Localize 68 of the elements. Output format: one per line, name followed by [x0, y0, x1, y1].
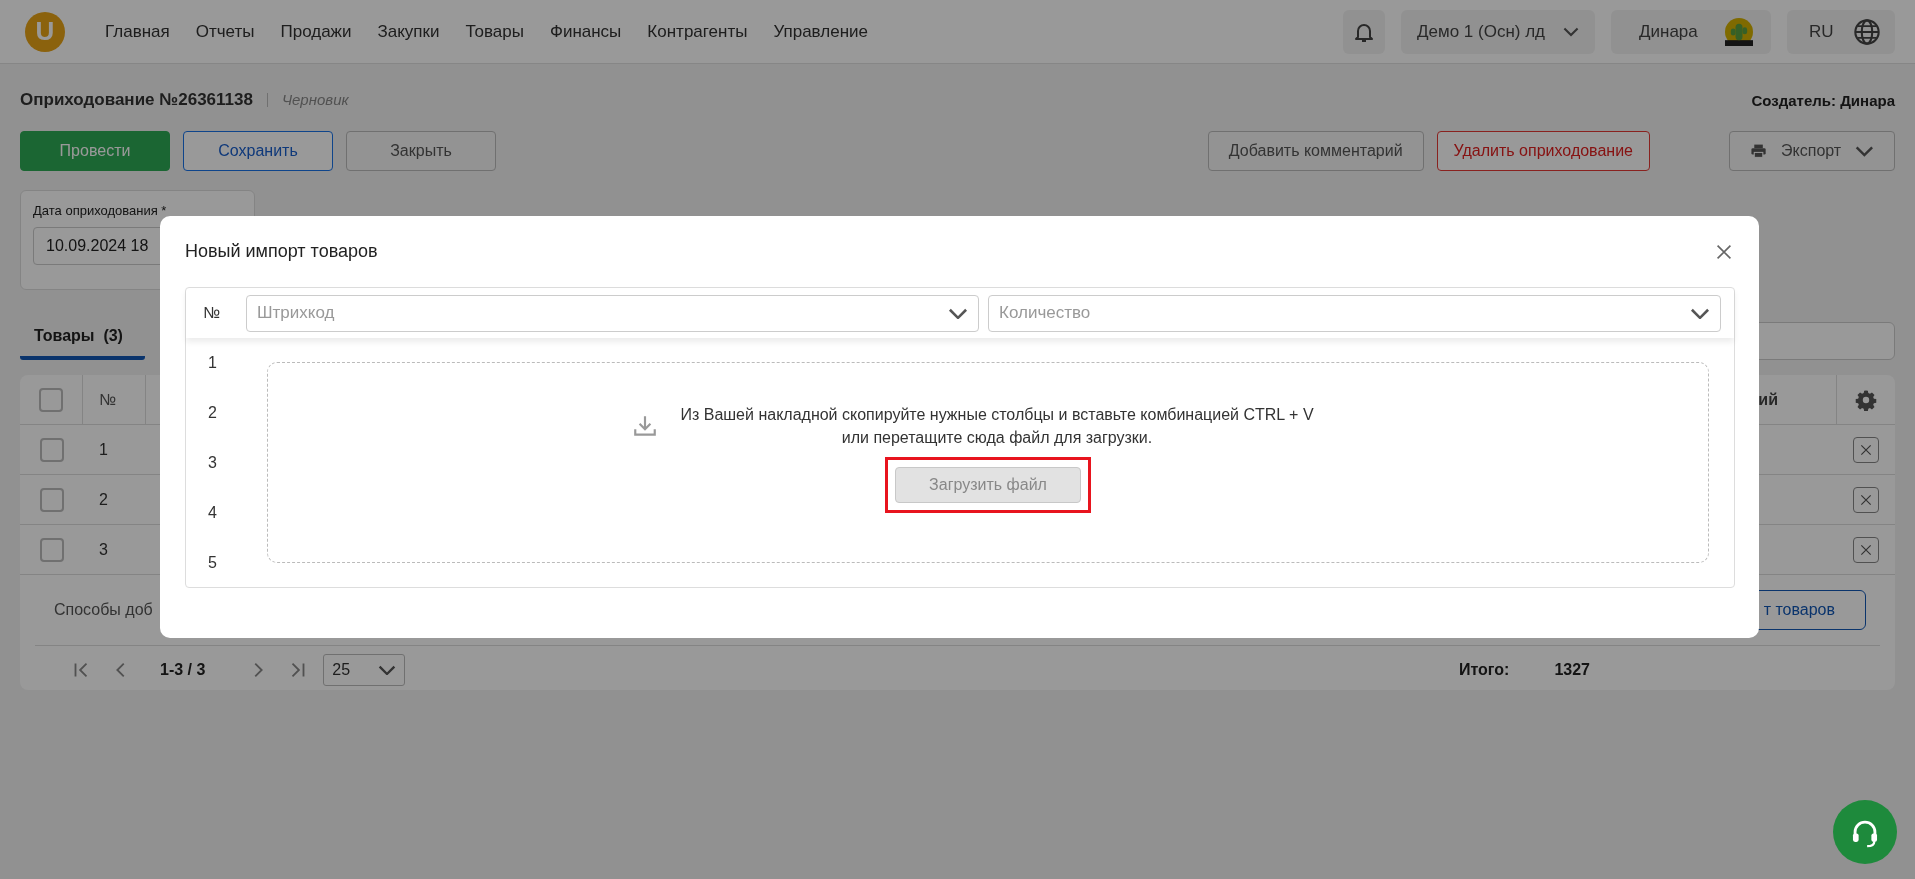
chevron-down-icon	[1855, 145, 1874, 157]
checkbox[interactable]	[39, 437, 64, 462]
close-icon	[1859, 492, 1873, 507]
table-cell-text: 2	[98, 489, 109, 510]
chevron-down-icon	[1563, 26, 1579, 37]
field-label: Дата оприходования *	[33, 203, 168, 218]
upload-file-button[interactable]: Загрузить файл	[895, 466, 1081, 503]
column-header: №	[201, 304, 222, 322]
close-icon	[1859, 442, 1873, 457]
delete-button[interactable]	[1853, 486, 1879, 513]
nav-link[interactable]: Контрагенты	[647, 21, 748, 42]
footer-text: Способы доб	[54, 601, 153, 619]
checkbox[interactable]	[39, 387, 63, 412]
user-menu[interactable]: Динара	[1611, 9, 1771, 54]
nav-link[interactable]: Отчеты	[195, 21, 255, 42]
action-button[interactable]: Добавить комментарий	[1207, 131, 1424, 171]
select-placeholder: Количество	[999, 303, 1091, 323]
globe-icon	[1853, 17, 1881, 46]
company-name: Демо 1 (Осн) лд	[1417, 21, 1545, 42]
nav-link[interactable]: Финансы	[549, 21, 622, 42]
page-size-value: 25	[332, 661, 351, 679]
chevron-down-icon	[1690, 307, 1710, 319]
tab[interactable]: Товары (3)	[20, 322, 145, 360]
nav-link[interactable]: Главная	[105, 21, 170, 42]
language-selector[interactable]: RU	[1787, 9, 1895, 54]
total-label: Итого:	[1458, 661, 1510, 679]
user-name: Динара	[1639, 21, 1698, 42]
company-dropdown[interactable]: Демо 1 (Осн) лд	[1401, 9, 1595, 54]
drop-zone[interactable]: Из Вашей накладной скопируйте нужные столбцы и вставьте комбинацией CTRL + V или перетащите сюда файл для загрузки. Загрузить файл	[267, 362, 1709, 563]
checkbox[interactable]	[39, 537, 64, 562]
instruction-text: Из Вашей накладной скопируйте нужные столбцы и вставьте комбинацией CTRL + V	[680, 404, 1314, 425]
action-button[interactable]: Провести	[20, 131, 170, 171]
action-button[interactable]: Удалить оприходование	[1436, 131, 1650, 171]
creator-label: Создатель: Динара	[1751, 91, 1895, 109]
instruction-text: или перетащите сюда файл для загрузки.	[841, 427, 1153, 448]
row-number: 1	[207, 353, 218, 373]
action-button[interactable]: Сохранить	[183, 131, 333, 171]
row-number: 3	[207, 453, 218, 473]
document-title: Оприходование №26361138	[20, 90, 253, 110]
chevron-down-icon	[378, 665, 397, 675]
delete-button[interactable]	[1853, 536, 1879, 563]
notifications-button[interactable]	[1343, 9, 1385, 54]
column-header: №	[83, 375, 146, 424]
close-icon	[1859, 542, 1873, 557]
nav-link[interactable]: Управление	[773, 21, 868, 42]
nav-link[interactable]: Продажи	[280, 21, 352, 42]
document-status: Черновик	[266, 93, 349, 107]
table-cell-text: 1	[98, 439, 109, 460]
language-code: RU	[1809, 21, 1834, 42]
settings-icon[interactable]	[1855, 388, 1877, 411]
page-range: 1-3 / 3	[160, 661, 206, 679]
checkbox[interactable]	[39, 487, 64, 512]
column-select[interactable]: Количество	[988, 294, 1721, 332]
action-button[interactable]: Закрыть	[346, 131, 496, 171]
avatar-icon	[1725, 17, 1753, 46]
total-value: 1327	[1554, 661, 1590, 679]
delete-button[interactable]	[1853, 436, 1879, 463]
row-number: 4	[207, 503, 218, 523]
page-size-select[interactable]: 25	[323, 654, 406, 686]
chevron-down-icon	[948, 307, 968, 319]
row-number: 5	[207, 553, 218, 573]
table-cell-text: 3	[98, 539, 109, 560]
column-select[interactable]: Штрихкод	[246, 294, 979, 332]
nav-link[interactable]: Товары	[465, 21, 524, 42]
row-number: 2	[207, 403, 218, 423]
export-button[interactable]: Экспорт	[1729, 131, 1895, 171]
select-placeholder: Штрихкод	[257, 303, 335, 323]
nav-link[interactable]: Закупки	[377, 21, 440, 42]
